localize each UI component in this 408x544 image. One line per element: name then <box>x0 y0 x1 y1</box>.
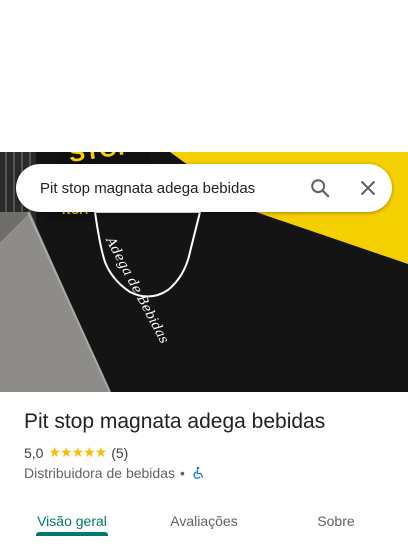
wheelchair-icon <box>191 466 205 480</box>
tab-visao-geral[interactable]: Visão geral <box>20 498 124 544</box>
place-tabs: Visão geral Avaliações Sobre <box>0 498 408 544</box>
place-category: Distribuidora de bebidas <box>24 465 175 481</box>
tab-sobre[interactable]: Sobre <box>284 498 388 544</box>
tab-avaliacoes[interactable]: Avaliações <box>152 498 256 544</box>
blank-header-area <box>0 0 408 152</box>
search-input[interactable]: Pit stop magnata adega bebidas <box>16 180 296 197</box>
close-icon[interactable] <box>344 164 392 212</box>
category-row: Distribuidora de bebidas • <box>24 465 205 481</box>
rating-value: 5,0 <box>24 444 44 461</box>
search-icon[interactable] <box>296 164 344 212</box>
review-count[interactable]: (5) <box>111 445 128 461</box>
rating-stars: ★★★★★ <box>48 444 107 460</box>
rating-row[interactable]: 5,0 ★★★★★ (5) <box>24 444 128 461</box>
active-tab-indicator <box>36 532 108 536</box>
place-title: Pit stop magnata adega bebidas <box>24 410 326 433</box>
separator: • <box>179 465 185 481</box>
place-info-panel: Pit stop magnata adega bebidas 5,0 ★★★★★… <box>0 392 408 544</box>
search-bar[interactable]: Pit stop magnata adega bebidas <box>16 164 392 212</box>
